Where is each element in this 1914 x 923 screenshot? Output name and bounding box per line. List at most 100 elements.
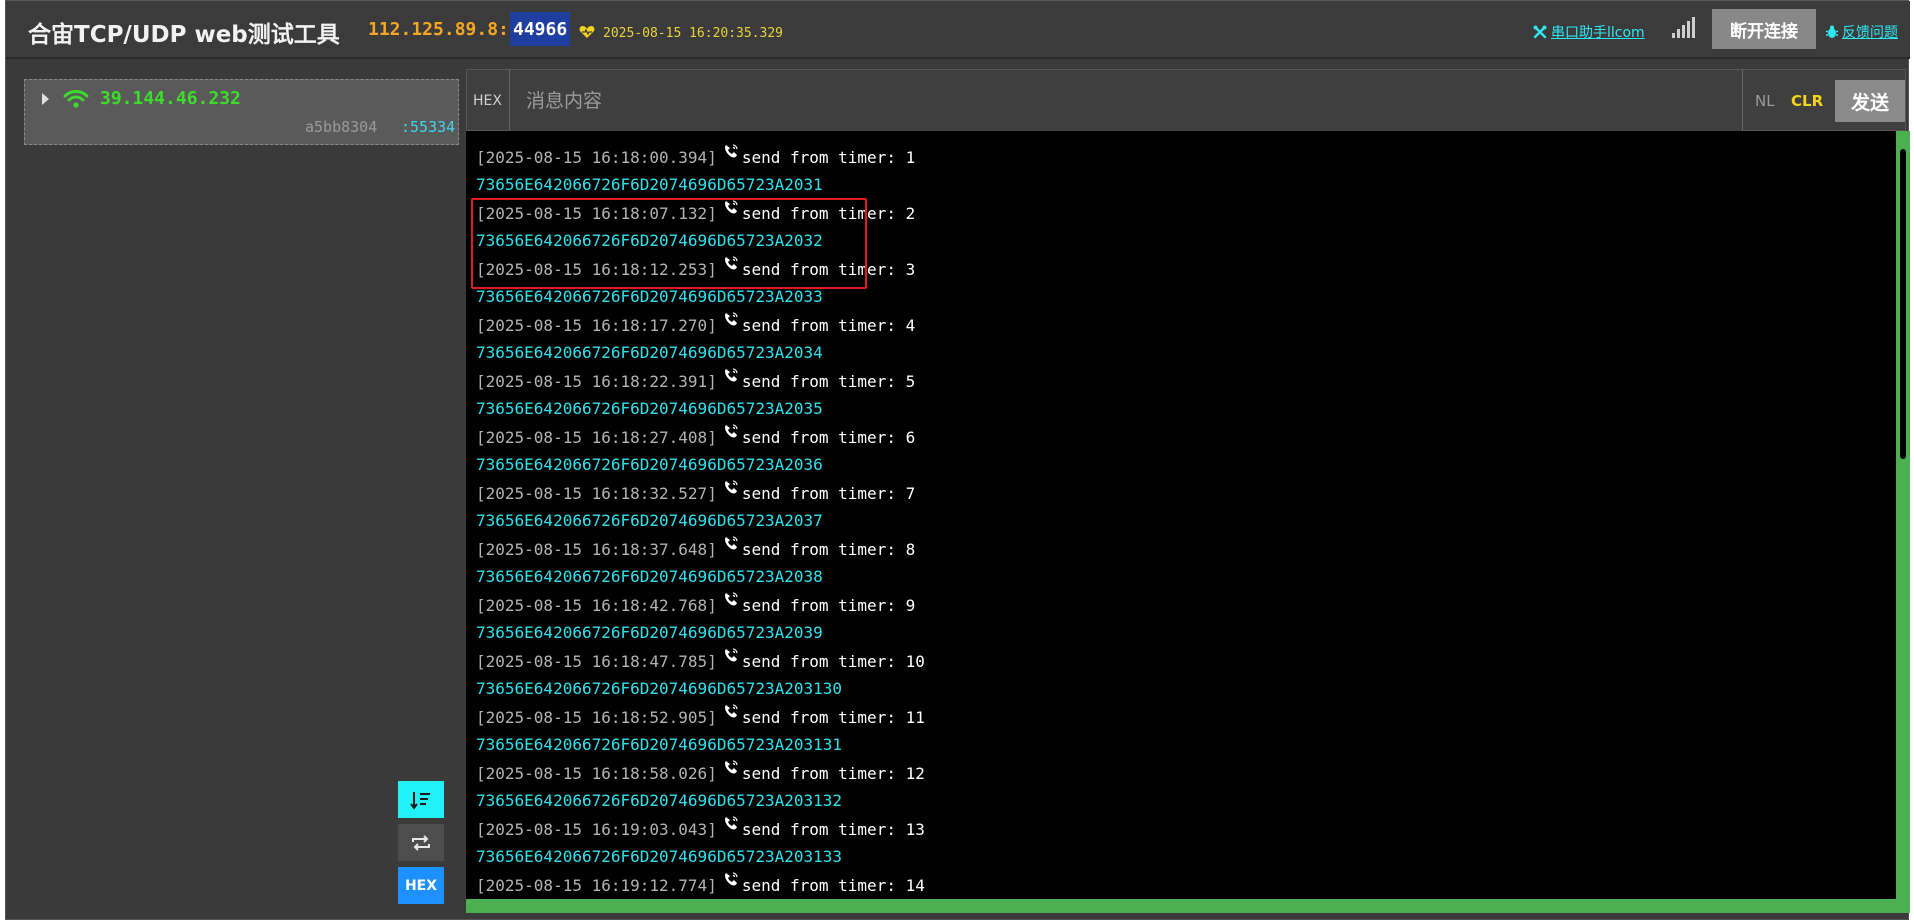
log-message: send from timer: 13 — [741, 820, 925, 839]
newline-toggle[interactable]: NL — [1755, 92, 1775, 110]
send-button[interactable]: 发送 — [1835, 80, 1905, 122]
chevron-right-icon[interactable] — [40, 92, 50, 106]
log-timestamp: [2025-08-15 16:18:00.394] — [476, 148, 717, 167]
phone-icon — [724, 144, 738, 158]
signal-icon — [1672, 17, 1695, 38]
feedback-link[interactable]: 反馈问题 — [1825, 22, 1898, 42]
sort-down-icon — [410, 791, 430, 810]
log-entry: [2025-08-15 16:18:37.648] send from timer… — [476, 535, 1886, 563]
phone-icon — [724, 256, 738, 270]
serial-tool-link[interactable]: 串口助手llcom — [1533, 22, 1645, 42]
phone-icon — [724, 704, 738, 718]
scrollbar-thumb[interactable] — [1900, 149, 1906, 459]
log-message: send from timer: 11 — [741, 708, 925, 727]
message-log[interactable]: [2025-08-15 16:18:00.394] send from timer… — [466, 131, 1910, 913]
log-message: send from timer: 4 — [741, 316, 916, 335]
log-message: send from timer: 10 — [741, 652, 925, 671]
vertical-scrollbar[interactable] — [1896, 131, 1910, 899]
log-timestamp: [2025-08-15 16:18:42.768] — [476, 596, 717, 615]
log-timestamp: [2025-08-15 16:18:52.905] — [476, 708, 717, 727]
client-list-item[interactable]: 39.144.46.232 a5bb8304 :55334 — [24, 79, 459, 145]
tools-icon — [1533, 25, 1547, 39]
log-message: send from timer: 3 — [741, 260, 916, 279]
phone-icon — [724, 648, 738, 662]
bug-icon — [1825, 25, 1839, 38]
phone-icon — [724, 200, 738, 214]
clear-toggle[interactable]: CLR — [1791, 92, 1823, 110]
log-hex: 73656E642066726F6D2074696D65723A2039 — [476, 623, 823, 642]
phone-icon — [724, 424, 738, 438]
serial-tool-label: 串口助手llcom — [1551, 25, 1645, 41]
log-message: send from timer: 6 — [741, 428, 916, 447]
log-hex: 73656E642066726F6D2074696D65723A2035 — [476, 399, 823, 418]
log-timestamp: [2025-08-15 16:18:12.253] — [476, 260, 717, 279]
log-message: send from timer: 7 — [741, 484, 916, 503]
log-hex: 73656E642066726F6D2074696D65723A2036 — [476, 455, 823, 474]
log-entry: [2025-08-15 16:18:58.026] send from timer… — [476, 759, 1886, 787]
hex-display-toggle[interactable]: HEX — [398, 867, 444, 904]
log-entry: [2025-08-15 16:18:12.253] send from timer… — [476, 255, 1886, 283]
log-timestamp: [2025-08-15 16:19:03.043] — [476, 820, 717, 839]
server-time: 2025-08-15 16:20:35.329 — [603, 26, 784, 41]
phone-icon — [724, 312, 738, 326]
log-timestamp: [2025-08-15 16:18:32.527] — [476, 484, 717, 503]
log-entry: [2025-08-15 16:19:03.043] send from timer… — [476, 815, 1886, 843]
message-bar: HEX NL CLR 发送 — [466, 69, 1906, 132]
log-timestamp: [2025-08-15 16:18:27.408] — [476, 428, 717, 447]
log-hex: 73656E642066726F6D2074696D65723A2034 — [476, 343, 823, 362]
log-timestamp: [2025-08-15 16:18:37.648] — [476, 540, 717, 559]
header-bar: 合宙TCP/UDP web测试工具 112.125.89.8: 44966 20… — [6, 1, 1910, 59]
log-hex: 73656E642066726F6D2074696D65723A203132 — [476, 791, 843, 810]
phone-icon — [724, 480, 738, 494]
log-hex: 73656E642066726F6D2074696D65723A2031 — [476, 175, 823, 194]
log-timestamp: [2025-08-15 16:18:22.391] — [476, 372, 717, 391]
log-hex: 73656E642066726F6D2074696D65723A2032 — [476, 231, 823, 250]
client-id: a5bb8304 — [305, 118, 378, 136]
repeat-button[interactable] — [398, 824, 444, 861]
hex-send-toggle[interactable]: HEX — [473, 93, 502, 109]
log-entry: [2025-08-15 16:18:22.391] send from timer… — [476, 367, 1886, 395]
log-entry: [2025-08-15 16:18:27.408] send from timer… — [476, 423, 1886, 451]
log-message: send from timer: 1 — [741, 148, 916, 167]
app-window: 合宙TCP/UDP web测试工具 112.125.89.8: 44966 20… — [5, 0, 1910, 920]
log-timestamp: [2025-08-15 16:18:07.132] — [476, 204, 717, 223]
log-lines: [2025-08-15 16:18:00.394] send from timer… — [476, 143, 1886, 899]
log-hex: 73656E642066726F6D2074696D65723A2038 — [476, 567, 823, 586]
log-entry: [2025-08-15 16:18:42.768] send from timer… — [476, 591, 1886, 619]
log-hex: 73656E642066726F6D2074696D65723A203131 — [476, 735, 843, 754]
client-ip: 39.144.46.232 — [100, 88, 241, 109]
log-entry: [2025-08-15 16:18:52.905] send from timer… — [476, 703, 1886, 731]
repeat-icon — [412, 834, 430, 851]
server-address: 112.125.89.8: — [368, 19, 509, 40]
log-message: send from timer: 8 — [741, 540, 916, 559]
phone-icon — [724, 592, 738, 606]
horizontal-scrollbar[interactable] — [466, 899, 1910, 913]
heart-icon — [579, 26, 595, 38]
log-message: send from timer: 12 — [741, 764, 925, 783]
log-entry: [2025-08-15 16:18:07.132] send from timer… — [476, 199, 1886, 227]
feedback-label: 反馈问题 — [1842, 25, 1898, 41]
log-entry: [2025-08-15 16:18:00.394] send from timer… — [476, 143, 1886, 171]
client-port: :55334 — [401, 118, 456, 136]
log-entry: [2025-08-15 16:18:47.785] send from timer… — [476, 647, 1886, 675]
wifi-icon — [63, 90, 89, 108]
server-port[interactable]: 44966 — [510, 12, 571, 46]
log-hex: 73656E642066726F6D2074696D65723A203133 — [476, 847, 843, 866]
disconnect-button[interactable]: 断开连接 — [1712, 9, 1816, 49]
log-entry: [2025-08-15 16:18:17.270] send from timer… — [476, 311, 1886, 339]
page-title: 合宙TCP/UDP web测试工具 — [28, 22, 340, 48]
log-message: send from timer: 14 — [741, 876, 925, 895]
phone-icon — [724, 368, 738, 382]
log-message: send from timer: 9 — [741, 596, 916, 615]
log-timestamp: [2025-08-15 16:18:47.785] — [476, 652, 717, 671]
message-input[interactable] — [509, 70, 1743, 132]
log-message: send from timer: 5 — [741, 372, 916, 391]
log-entry: [2025-08-15 16:19:12.774] send from timer… — [476, 871, 1886, 899]
autoscroll-button[interactable] — [398, 781, 444, 818]
phone-icon — [724, 760, 738, 774]
log-hex: 73656E642066726F6D2074696D65723A2033 — [476, 287, 823, 306]
log-timestamp: [2025-08-15 16:19:12.774] — [476, 876, 717, 895]
log-timestamp: [2025-08-15 16:18:58.026] — [476, 764, 717, 783]
log-timestamp: [2025-08-15 16:18:17.270] — [476, 316, 717, 335]
log-hex: 73656E642066726F6D2074696D65723A2037 — [476, 511, 823, 530]
